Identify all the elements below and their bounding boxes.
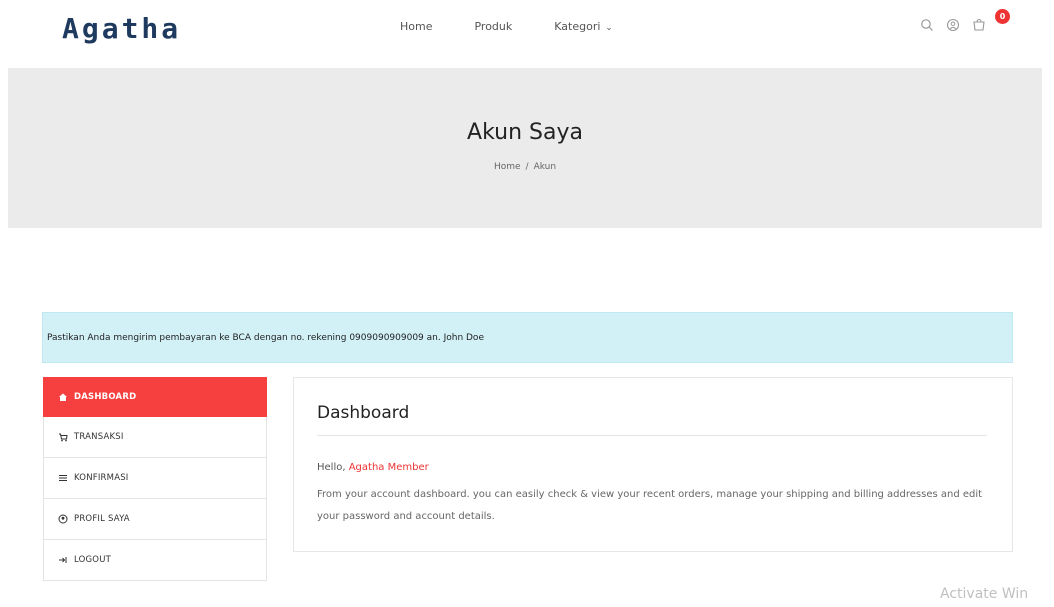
dashboard-description: From your account dashboard. you can eas… (317, 489, 983, 522)
account-sidebar: DASHBOARD TRANSAKSI KONFIRMASI PROFIL SA… (43, 377, 267, 581)
user-icon (58, 514, 68, 524)
sidebar-item-konfirmasi[interactable]: KONFIRMASI (43, 458, 267, 499)
dashboard-title: Dashboard (317, 403, 410, 423)
cart-count-badge: 0 (995, 9, 1010, 24)
payment-info-alert: Pastikan Anda mengirim pembayaran ke BCA… (42, 312, 1013, 363)
sidebar-item-profil-saya[interactable]: PROFIL SAYA (43, 499, 267, 540)
chevron-down-icon: ⌄ (602, 23, 613, 33)
logout-icon (58, 555, 68, 565)
sidebar-item-label: PROFIL SAYA (74, 514, 130, 524)
site-header: Agatha Home Produk Kategori ⌄ 0 (0, 0, 1054, 68)
nav-produk[interactable]: Produk (474, 20, 512, 33)
sidebar-item-label: DASHBOARD (74, 392, 137, 402)
sidebar-item-label: TRANSAKSI (74, 432, 124, 442)
activation-watermark: Activate Win (940, 586, 1029, 602)
nav-kategori-label: Kategori (554, 20, 601, 33)
search-icon[interactable] (920, 18, 934, 32)
user-icon[interactable] (946, 18, 960, 32)
dashboard-panel: Dashboard Hello, Agatha Member From your… (293, 377, 1013, 552)
sidebar-item-transaksi[interactable]: TRANSAKSI (43, 417, 267, 458)
list-icon (58, 473, 68, 483)
breadcrumb-home[interactable]: Home (494, 162, 521, 172)
header-icons (920, 18, 986, 32)
sidebar-item-logout[interactable]: LOGOUT (43, 540, 267, 581)
breadcrumb-current: Akun (533, 162, 557, 172)
page-title: Akun Saya (467, 120, 583, 145)
cart-icon[interactable] (972, 18, 986, 32)
main-nav: Home Produk Kategori ⌄ (400, 20, 613, 33)
user-name: Agatha Member (348, 462, 429, 473)
sidebar-item-label: KONFIRMASI (74, 473, 129, 483)
greeting-prefix: Hello, (317, 462, 346, 473)
alert-text: Pastikan Anda mengirim pembayaran ke BCA… (47, 333, 484, 343)
sidebar-item-label: LOGOUT (74, 555, 112, 565)
nav-kategori[interactable]: Kategori ⌄ (554, 20, 613, 33)
nav-home[interactable]: Home (400, 20, 432, 33)
home-icon (58, 392, 68, 402)
cart-icon (58, 432, 68, 442)
divider (317, 435, 987, 436)
breadcrumb-separator: / (525, 162, 529, 172)
site-logo[interactable]: Agatha (62, 12, 181, 45)
sidebar-item-dashboard[interactable]: DASHBOARD (43, 377, 267, 417)
page-banner: Akun Saya Home / Akun (8, 68, 1042, 228)
breadcrumb: Home / Akun (8, 162, 1042, 172)
greeting: Hello, Agatha Member (317, 462, 429, 473)
